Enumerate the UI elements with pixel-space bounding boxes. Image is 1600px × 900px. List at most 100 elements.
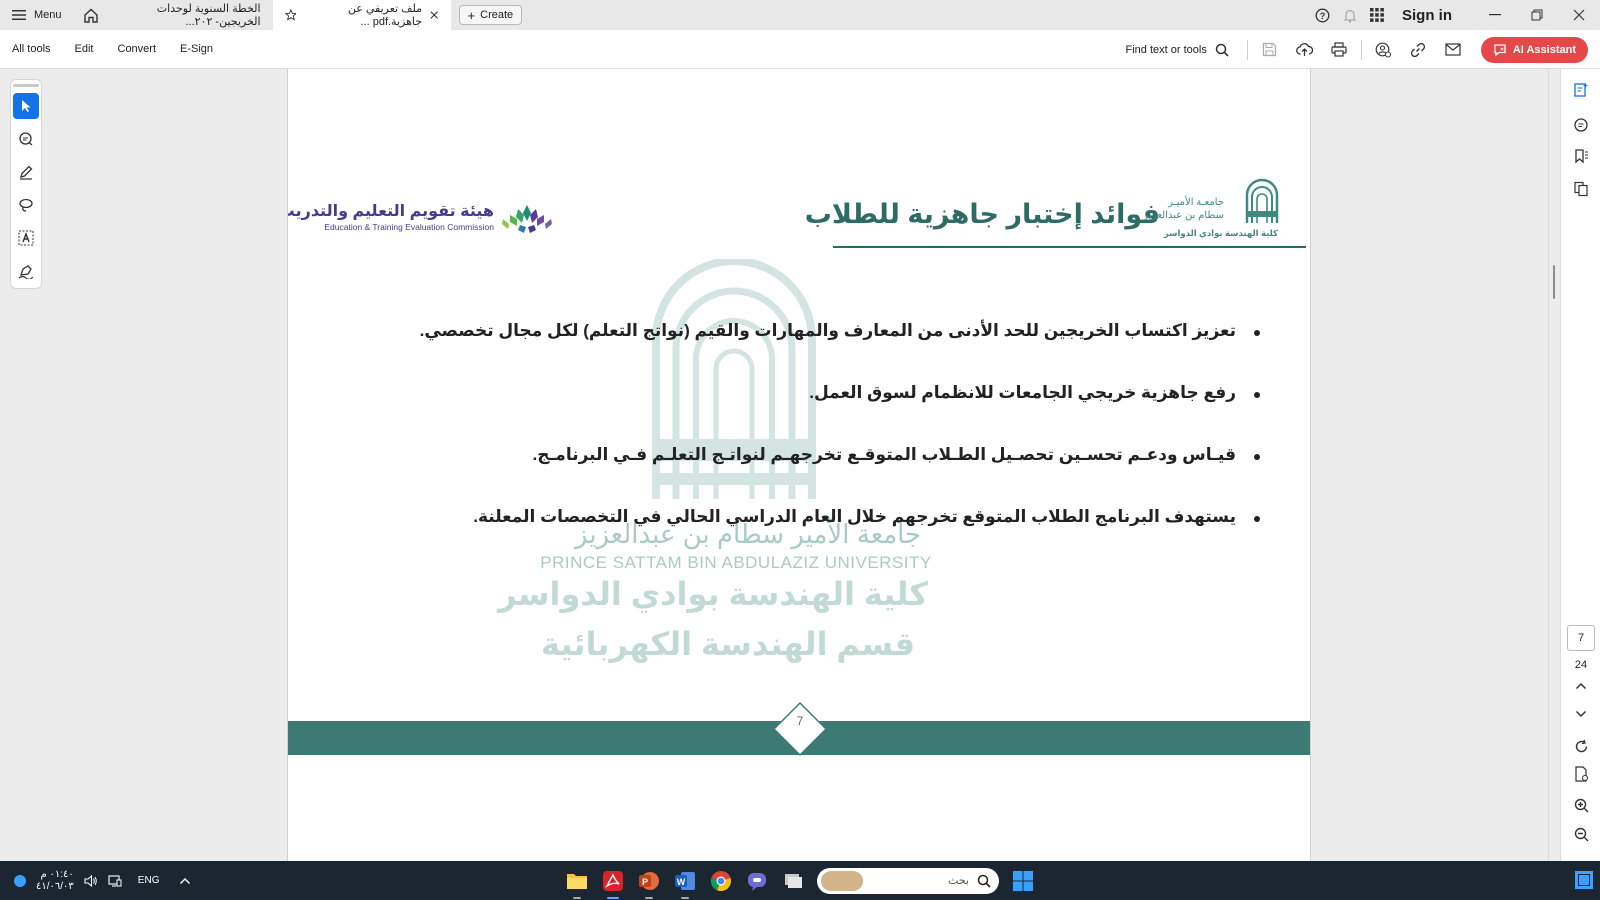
rotate-button[interactable] <box>1561 733 1600 759</box>
edit-menu[interactable]: Edit <box>63 43 106 55</box>
zoom-out-button[interactable] <box>1561 821 1600 847</box>
network-icon[interactable] <box>108 874 122 887</box>
acrobat-app[interactable] <box>601 869 625 899</box>
chrome-app[interactable] <box>709 869 733 893</box>
cloud-upload-icon <box>1295 43 1313 56</box>
close-window-button[interactable] <box>1558 0 1600 30</box>
minimize-button[interactable] <box>1474 0 1516 30</box>
etec-emblem-icon <box>502 205 552 233</box>
folder-icon <box>567 873 587 889</box>
pen-icon <box>20 165 33 180</box>
total-pages: 24 <box>1574 659 1588 671</box>
zoom-out-icon <box>1574 827 1588 841</box>
clock[interactable]: ٠١:٤٠ م ٤١/٠٦/٠٣ <box>36 869 74 893</box>
slide-page-number: 7 <box>796 714 804 728</box>
etec-english-name: Education & Training Evaluation Commissi… <box>324 222 494 232</box>
file-explorer-app[interactable] <box>565 869 589 899</box>
start-button[interactable] <box>1011 869 1035 893</box>
search-placeholder: بحث <box>948 875 969 887</box>
star-icon[interactable] <box>284 8 297 22</box>
create-button[interactable]: + Create <box>458 5 523 25</box>
close-tab-icon[interactable] <box>430 10 439 20</box>
drag-handle[interactable] <box>13 84 39 87</box>
help-button[interactable]: ? <box>1309 0 1336 30</box>
email-button[interactable] <box>1436 30 1471 69</box>
help-icon: ? <box>1315 8 1330 22</box>
acrobat-icon <box>603 870 623 891</box>
svg-text:P: P <box>642 877 648 887</box>
search-icon <box>977 874 991 888</box>
vertical-scrollbar[interactable] <box>1548 69 1560 861</box>
bookmarks-panel-button[interactable] <box>1561 143 1600 169</box>
powerpoint-app[interactable]: P <box>637 869 661 899</box>
print-button[interactable] <box>1322 30 1357 69</box>
text-tool-button[interactable] <box>13 225 39 251</box>
benefits-list: تعزيز اكتساب الخريجين للحد الأدنى من الم… <box>420 321 1264 569</box>
university-arch-icon <box>1245 178 1279 223</box>
upload-button[interactable] <box>1287 30 1322 69</box>
show-desktop-icon[interactable] <box>1574 870 1594 890</box>
language-indicator[interactable]: ENG <box>138 875 160 886</box>
sign-tool-button[interactable] <box>13 258 39 284</box>
share-user-button[interactable] <box>1366 30 1401 69</box>
page-display-button[interactable] <box>1561 761 1600 787</box>
taskbar-search[interactable]: بحث <box>817 867 999 894</box>
draw-tool-button[interactable] <box>13 192 39 218</box>
find-text-or-tools[interactable]: Find text or tools <box>1126 43 1229 57</box>
scrollbar-thumb[interactable] <box>1553 265 1555 299</box>
comment-tool-button[interactable] <box>13 126 39 152</box>
teams-app[interactable] <box>745 869 769 893</box>
find-label: Find text or tools <box>1125 43 1207 56</box>
comments-panel-button[interactable] <box>1561 112 1600 138</box>
quick-tools-panel <box>10 79 42 289</box>
document-ai-icon <box>1574 83 1588 97</box>
ai-assistant-button[interactable]: AI Assistant <box>1480 36 1588 63</box>
tab-readiness-pdf[interactable]: ملف تعريفي عن جاهزية.pdf ... <box>272 0 451 30</box>
svg-text:?: ? <box>1320 11 1326 21</box>
watermark-college: كلية الهندسة بوادي الدواسر <box>498 576 928 612</box>
search-highlight-image <box>821 870 863 891</box>
toolbar-separator <box>1360 39 1362 60</box>
apps-button[interactable] <box>1363 0 1390 30</box>
volume-icon[interactable] <box>84 874 98 887</box>
notifications-button[interactable] <box>1336 0 1363 30</box>
zoom-in-button[interactable] <box>1561 792 1600 818</box>
restore-button[interactable] <box>1516 0 1558 30</box>
university-name-line1: جامعـة الأميـر <box>1168 197 1224 208</box>
zoom-in-icon <box>1574 798 1588 812</box>
task-view-app[interactable] <box>781 869 805 893</box>
ai-summary-button[interactable] <box>1561 77 1600 103</box>
menu-button[interactable]: Menu <box>0 0 74 30</box>
print-icon <box>1331 42 1347 57</box>
chevron-up-icon[interactable] <box>179 877 191 885</box>
current-page-input[interactable]: 7 <box>1567 625 1595 651</box>
copy-link-button[interactable] <box>1401 30 1436 69</box>
next-page-button[interactable] <box>1561 701 1600 727</box>
svg-text:W: W <box>677 877 686 887</box>
word-app[interactable]: W <box>673 869 697 899</box>
previous-page-button[interactable] <box>1561 673 1600 699</box>
hamburger-icon <box>12 10 26 20</box>
create-label: Create <box>480 9 514 21</box>
pages-panel-button[interactable] <box>1561 176 1600 202</box>
list-item: تعزيز اكتساب الخريجين للحد الأدنى من الم… <box>420 321 1264 383</box>
chat-app-icon <box>748 872 766 891</box>
etec-arabic-name: هيئة تقويم التعليم والتدريب <box>287 203 494 220</box>
select-tool-button[interactable] <box>13 93 39 119</box>
save-icon <box>1262 42 1276 57</box>
save-button[interactable] <box>1252 30 1287 69</box>
sign-in-button[interactable]: Sign in <box>1402 7 1452 24</box>
highlight-tool-button[interactable] <box>13 159 39 185</box>
esign-menu[interactable]: E-Sign <box>168 43 225 55</box>
powerpoint-icon: P <box>639 871 659 890</box>
all-tools-menu[interactable]: All tools <box>0 43 63 55</box>
document-viewport: هيئة تقويم التعليم والتدريب Education & … <box>0 69 1560 861</box>
restore-icon <box>1531 9 1543 21</box>
list-item: يستهدف البرنامج الطلاب المتوقع تخرجهم خل… <box>473 507 1264 569</box>
tab-annual-plan[interactable]: الخطة السنوية لوحدات الخريجين- ٢٠٢... <box>108 0 273 30</box>
cursor-icon <box>22 100 31 112</box>
page-number-diamond <box>773 702 827 756</box>
home-button[interactable] <box>74 0 108 30</box>
convert-menu[interactable]: Convert <box>106 43 169 55</box>
toolbar-separator <box>1246 39 1248 60</box>
